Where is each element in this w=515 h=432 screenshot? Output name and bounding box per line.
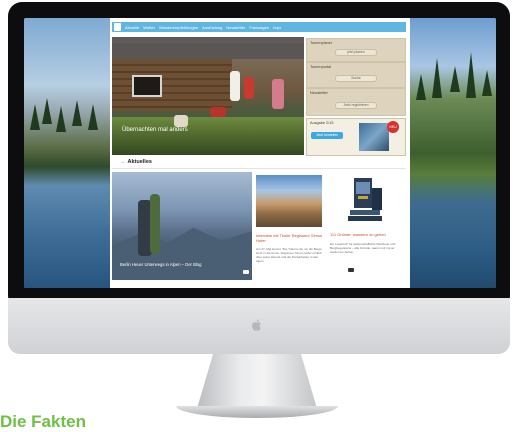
interview-title[interactable]: Interview mit Tiroler Regisseur Simon Ho…: [256, 233, 326, 243]
book-stack-image[interactable]: [348, 176, 388, 224]
widget-magazine: Ausgabe 2/15 Jetzt bestellen NEU: [306, 118, 406, 156]
website-page: Aktuelle Wetter Wanderempfehlungen Ausrü…: [110, 18, 410, 288]
site-logo[interactable]: [114, 23, 121, 31]
nav-item-aktuelle[interactable]: Aktuelle: [125, 25, 139, 30]
nav-item-newsletter[interactable]: Newsletter: [226, 25, 245, 30]
widget-button[interactable]: Jetzt registrieren: [335, 102, 377, 109]
widget-button[interactable]: Suche: [335, 75, 377, 82]
video-icon: [348, 268, 354, 272]
magazine-title: Ausgabe 2/15: [310, 121, 334, 125]
background-lake-left: [24, 18, 110, 288]
interview-teaser-text: Am 27. Mai kommt "Die Träume da, wo die …: [256, 247, 322, 263]
widget-newsletter: Newsletter Jetzt registrieren: [306, 88, 406, 116]
section-title: → Aktuelles: [120, 159, 152, 165]
hero-image[interactable]: [112, 37, 304, 155]
arrow-right-icon: →: [120, 159, 126, 165]
widget-tourenplaner: Tourenplaner jetzt planen: [306, 38, 406, 62]
nav-item-wetter[interactable]: Wetter: [143, 25, 155, 30]
book-teaser-text: Ein Lesebuch für leidenschaftliche Wande…: [330, 242, 396, 254]
widget-title: Tourenportal: [310, 65, 332, 69]
widget-title: Tourenplaner: [310, 41, 333, 45]
camera-icon: [243, 270, 249, 274]
nav-item-ausruestung[interactable]: Ausrüstung: [202, 25, 222, 30]
background-lake-right: [410, 18, 496, 288]
monitor-base: [176, 406, 338, 418]
nav-bar: Aktuelle Wetter Wanderempfehlungen Ausrü…: [112, 22, 406, 32]
widget-button[interactable]: jetzt planen: [335, 49, 377, 56]
blog-caption: Berlin Heuer Unterwegs in Alpen – Der Bl…: [120, 262, 202, 267]
section-title-text: Aktuelles: [127, 159, 152, 165]
widget-title: Newsletter: [310, 91, 328, 95]
monitor-screen: Aktuelle Wetter Wanderempfehlungen Ausrü…: [24, 18, 496, 288]
section-divider: [112, 168, 406, 169]
nav-item-wanderempfehlungen[interactable]: Wanderempfehlungen: [159, 25, 198, 30]
monitor-stand: [196, 354, 318, 412]
widget-tourenportal: Tourenportal Suche: [306, 62, 406, 88]
nav-item-impressum[interactable]: Impr: [273, 25, 281, 30]
interview-image[interactable]: [256, 175, 322, 227]
apple-logo-icon: [252, 319, 261, 331]
section-headline: Die Fakten: [0, 412, 86, 431]
magazine-order-button[interactable]: Jetzt bestellen: [311, 132, 343, 139]
nav-item-fotowagen[interactable]: Fotowagen: [249, 25, 269, 30]
new-badge: NEU: [387, 121, 399, 133]
magazine-cover-image[interactable]: [359, 123, 389, 151]
hero-caption: Übernachten mal anders: [122, 127, 188, 133]
book-title[interactable]: 111 Gründe, wandern zu gehen: [330, 232, 404, 237]
